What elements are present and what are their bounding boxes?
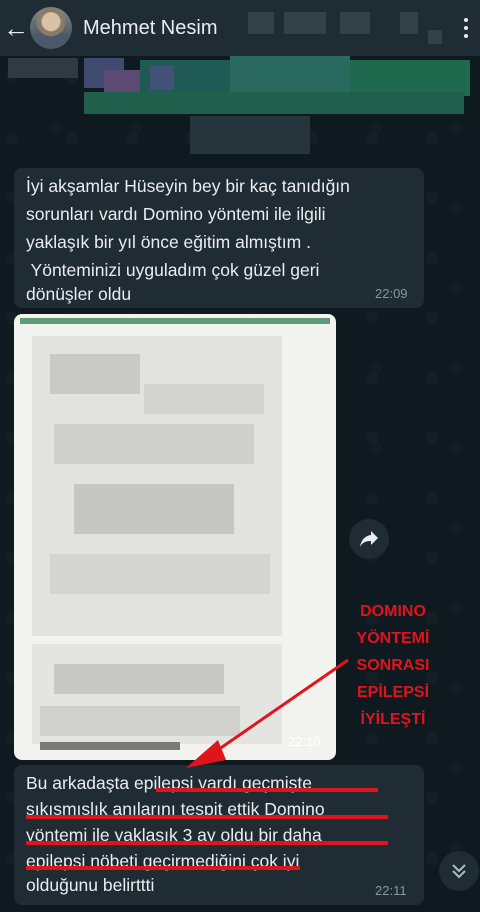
message-line: yaklaşık bir yıl önce eğitim almıştım . [26,232,311,252]
redacted-block [340,12,370,34]
message-timestamp: 22:09 [375,286,408,301]
annotation-text: DOMINO YÖNTEMİ SONRASI EPİLEPSİ İYİLEŞTİ [338,598,448,733]
share-arrow-icon[interactable] [349,519,389,559]
message-line: yöntemi ile yaklaşık 3 ay oldu bir daha [26,825,322,845]
redacted-block [428,30,442,44]
contact-name[interactable]: Mehmet Nesim [83,17,217,40]
redacted-block [400,12,418,34]
annotation-line: EPİLEPSİ [356,684,430,701]
annotation-line: İYİLEŞTİ [360,711,426,728]
annotation-line: YÖNTEMİ [356,630,430,647]
chat-header: ← Mehmet Nesim [0,0,480,56]
message-line: dönüşler oldu [26,284,132,304]
message-timestamp: 22:11 [375,883,407,898]
annotation-line: DOMINO [360,603,426,620]
message-line: olduğunu belirttti [26,875,155,895]
annotation-line: SONRASI [356,657,430,674]
message-line: Bu arkadaşta epilepsi vardı geçmişte [26,773,312,793]
message-line: İyi akşamlar Hüseyin bey bir kaç tanıdığ… [26,176,350,196]
arrow-left-icon[interactable]: ← [2,0,30,56]
double-chevron-down-icon[interactable] [439,851,479,891]
redacted-block [248,12,274,34]
message-bubble[interactable]: İyi akşamlar Hüseyin bey bir kaç tanıdığ… [14,168,424,308]
redacted-block [284,12,326,34]
message-timestamp: 22:10 [288,734,321,749]
message-bubble[interactable]: Bu arkadaşta epilepsi vardı geçmişte sık… [14,765,424,905]
avatar[interactable] [30,7,72,49]
message-line: sıkışmışlık anılarını tespit ettik Domin… [26,799,325,819]
image-message[interactable]: 22:10 [14,314,336,760]
message-line: sorunları vardı Domino yöntemi ile ilgil… [26,204,326,224]
more-vertical-icon[interactable] [460,12,472,44]
